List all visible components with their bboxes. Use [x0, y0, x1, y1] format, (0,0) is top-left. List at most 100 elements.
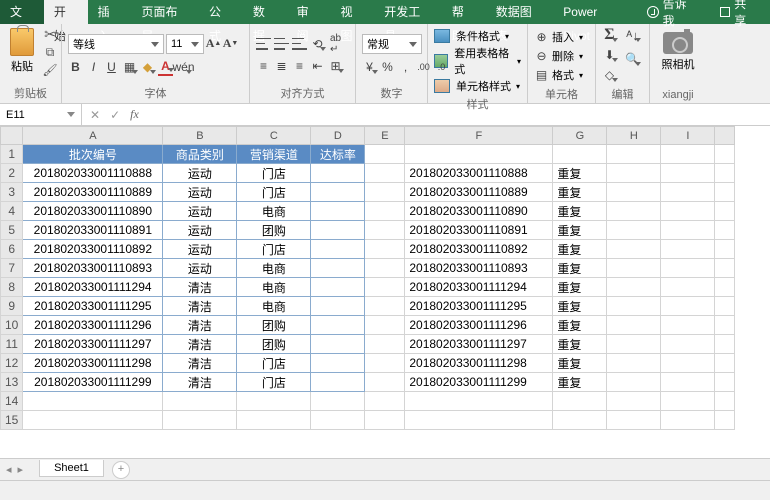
cell[interactable]: 201802033001110888: [405, 164, 553, 183]
cell[interactable]: [311, 202, 365, 221]
select-all-corner[interactable]: [1, 127, 23, 145]
row-header[interactable]: 13: [1, 373, 23, 392]
cell[interactable]: [661, 240, 715, 259]
cell[interactable]: 清洁: [163, 278, 237, 297]
cell[interactable]: [311, 411, 365, 430]
cell[interactable]: 201802033001111295: [23, 297, 163, 316]
col-header[interactable]: A: [23, 127, 163, 145]
cell[interactable]: [661, 392, 715, 411]
cell[interactable]: 批次编号: [23, 145, 163, 164]
cell[interactable]: [405, 392, 553, 411]
inc-decimal-icon[interactable]: .00: [416, 58, 431, 76]
tab-3[interactable]: 公式: [199, 0, 243, 24]
autosum-button[interactable]: Σ: [602, 26, 617, 44]
cell[interactable]: [365, 316, 405, 335]
cell[interactable]: 重复: [553, 259, 607, 278]
cell[interactable]: 201802033001111297: [405, 335, 553, 354]
cell[interactable]: 重复: [553, 202, 607, 221]
cell[interactable]: [365, 373, 405, 392]
cell[interactable]: [607, 183, 661, 202]
cell[interactable]: 运动: [163, 221, 237, 240]
cell[interactable]: 201802033001110889: [23, 183, 163, 202]
cell[interactable]: [365, 297, 405, 316]
cell[interactable]: [607, 259, 661, 278]
cell[interactable]: [607, 335, 661, 354]
cell[interactable]: [365, 221, 405, 240]
row-header[interactable]: 4: [1, 202, 23, 221]
cell[interactable]: [607, 145, 661, 164]
cell[interactable]: 201802033001110888: [23, 164, 163, 183]
cell[interactable]: [661, 297, 715, 316]
name-box[interactable]: E11: [0, 104, 82, 125]
cell[interactable]: [365, 411, 405, 430]
cell[interactable]: 201802033001110891: [405, 221, 553, 240]
cell[interactable]: [311, 183, 365, 202]
cell[interactable]: 重复: [553, 278, 607, 297]
cell[interactable]: [237, 411, 311, 430]
cell[interactable]: [311, 335, 365, 354]
cell[interactable]: [661, 145, 715, 164]
cell[interactable]: 重复: [553, 164, 607, 183]
cell[interactable]: [237, 392, 311, 411]
cell[interactable]: [661, 354, 715, 373]
cell[interactable]: 清洁: [163, 335, 237, 354]
cell[interactable]: [661, 278, 715, 297]
row-header[interactable]: 9: [1, 297, 23, 316]
cell[interactable]: [553, 145, 607, 164]
italic-button[interactable]: I: [86, 58, 101, 76]
fill-color-button[interactable]: ◆: [140, 58, 155, 76]
cell[interactable]: [311, 297, 365, 316]
cell[interactable]: 门店: [237, 183, 311, 202]
bold-button[interactable]: B: [68, 58, 83, 76]
row-header[interactable]: 14: [1, 392, 23, 411]
cell[interactable]: [365, 278, 405, 297]
camera-button[interactable]: 照相机: [658, 26, 699, 74]
cell[interactable]: 重复: [553, 297, 607, 316]
tab-8[interactable]: 帮助: [442, 0, 486, 24]
cell[interactable]: [607, 316, 661, 335]
cell[interactable]: [607, 202, 661, 221]
cut-icon[interactable]: ✂: [42, 26, 58, 42]
enter-formula-icon[interactable]: ✓: [110, 108, 120, 122]
cell[interactable]: 团购: [237, 335, 311, 354]
cell[interactable]: [553, 411, 607, 430]
cell[interactable]: [607, 164, 661, 183]
col-header[interactable]: G: [553, 127, 607, 145]
row-header[interactable]: 1: [1, 145, 23, 164]
row-header[interactable]: 10: [1, 316, 23, 335]
sheet-tab[interactable]: Sheet1: [39, 460, 104, 477]
cell[interactable]: 重复: [553, 316, 607, 335]
cell[interactable]: 201802033001110891: [23, 221, 163, 240]
cell[interactable]: 201802033001111295: [405, 297, 553, 316]
cell[interactable]: 201802033001110892: [23, 240, 163, 259]
cell[interactable]: 门店: [237, 164, 311, 183]
sort-filter-button[interactable]: ᴬ↓: [625, 26, 640, 44]
cell[interactable]: [661, 183, 715, 202]
cell[interactable]: [365, 164, 405, 183]
cell[interactable]: 201802033001111294: [23, 278, 163, 297]
align-middle-icon[interactable]: [274, 35, 289, 53]
cell[interactable]: 重复: [553, 373, 607, 392]
cell[interactable]: [607, 278, 661, 297]
cell[interactable]: [661, 335, 715, 354]
cell[interactable]: [661, 316, 715, 335]
merge-button[interactable]: ⊞: [328, 57, 343, 75]
row-header[interactable]: 2: [1, 164, 23, 183]
row-header[interactable]: 8: [1, 278, 23, 297]
cell[interactable]: [311, 373, 365, 392]
sheet-nav-last-icon[interactable]: ▸: [18, 463, 24, 476]
cell[interactable]: 201802033001110889: [405, 183, 553, 202]
tab-7[interactable]: 开发工具: [374, 0, 442, 24]
cell[interactable]: [365, 202, 405, 221]
align-left-icon[interactable]: ≡: [256, 57, 271, 75]
row-header[interactable]: 7: [1, 259, 23, 278]
cell[interactable]: 重复: [553, 183, 607, 202]
cell[interactable]: [365, 392, 405, 411]
cell[interactable]: [607, 354, 661, 373]
dec-decimal-icon[interactable]: .0: [434, 58, 449, 76]
cell[interactable]: 201802033001111298: [23, 354, 163, 373]
shrink-font-icon[interactable]: A▼: [223, 35, 238, 53]
cell[interactable]: [607, 373, 661, 392]
cell[interactable]: 商品类别: [163, 145, 237, 164]
clear-button[interactable]: ◇: [602, 66, 617, 84]
